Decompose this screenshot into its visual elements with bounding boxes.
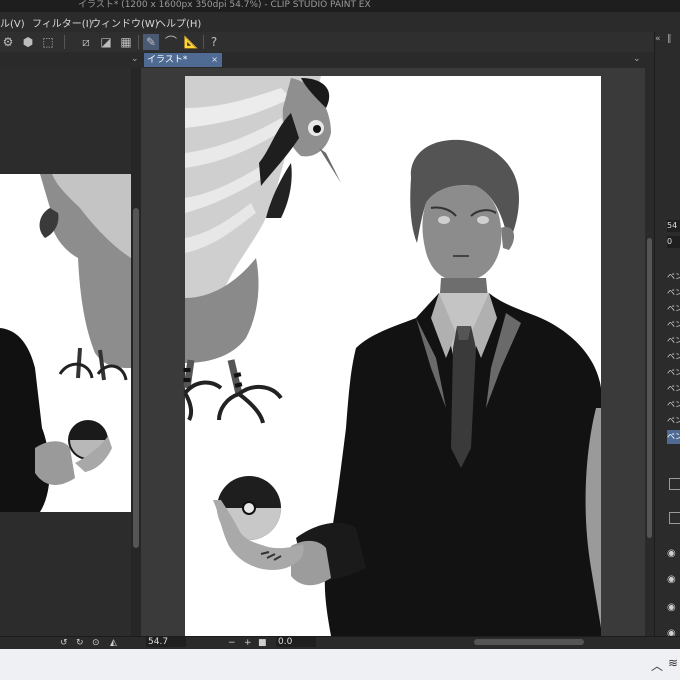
window-title: イラスト* (1200 x 1600px 350dpi 54.7%) - CLI… [78,0,371,10]
canvas-artwork[interactable] [141,68,654,636]
rotation-field[interactable]: 0.0 [276,637,316,647]
menu-filter[interactable]: フィルター(I) [32,15,93,30]
rotate-right-icon[interactable]: ↻ [76,637,84,649]
tab-label: イラスト* [147,55,188,65]
brush-size-field[interactable]: 54 [667,220,680,232]
chevron-down-icon[interactable]: ⌄ [633,54,641,64]
title-bar: イラスト* (1200 x 1600px 350dpi 54.7%) - CLI… [0,0,680,12]
brush-item[interactable]: ペン [667,302,680,316]
pen-pressure-icon[interactable]: ✎ [143,34,159,50]
brush-item[interactable]: ペン [667,414,680,428]
menu-bar: ル(V) フィルター(I) ウィンドウ(W) ヘルプ(H) [0,12,680,32]
zoom-out-icon[interactable]: − [228,637,236,649]
chevron-up-icon[interactable]: ︿ [651,657,663,674]
scrollbar-thumb[interactable] [133,208,139,548]
canvas-area[interactable] [141,68,654,636]
grid-icon[interactable]: ▦ [118,34,134,50]
lasso-icon[interactable]: ⚙ [0,34,16,50]
canvas-tab-bar: ⌄ ⌄ [0,52,680,68]
ruler-icon[interactable]: 📐 [183,34,199,50]
brush-item[interactable]: ペン [667,350,680,364]
rotate-left-icon[interactable]: ↺ [60,637,68,649]
command-bar: ⚙ ⬢ ⬚ ⧄ ◪ ▦ ✎ ⌒ 📐 ? [0,32,680,53]
close-icon[interactable]: × [211,53,218,67]
opacity-field[interactable]: 0 [667,236,680,248]
flip-icon[interactable]: ◭ [110,637,117,649]
collapse-icon[interactable]: « [655,34,661,44]
zoom-field[interactable]: 54.7 [146,637,186,647]
brush-item-selected[interactable]: ペン [667,430,680,444]
flip-v-icon[interactable]: ◪ [98,34,114,50]
tab-illustration[interactable]: イラスト* × [144,53,222,67]
right-panel: « ‖ 54 0 ペン ペン ペン ペン ペン ペン ペン ペン ペン ペン ペ… [654,32,680,639]
menu-view[interactable]: ル(V) [0,15,25,30]
transform-icon[interactable]: ⬚ [40,34,56,50]
help-icon[interactable]: ? [206,34,222,50]
brush-item[interactable]: ペン [667,286,680,300]
menu-help[interactable]: ヘルプ(H) [156,15,201,30]
scrollbar-thumb[interactable] [474,639,584,645]
scrollbar-thumb[interactable] [647,238,652,538]
navigator-scrollbar[interactable] [131,68,141,636]
eye-icon[interactable]: ◉ [667,548,680,560]
panel-menu-icon[interactable]: ‖ [667,34,672,44]
brush-item[interactable]: ペン [667,366,680,380]
brush-item[interactable]: ペン [667,270,680,284]
navigator-preview [0,174,131,512]
menu-window[interactable]: ウィンドウ(W) [91,15,159,30]
navigator-panel [0,68,131,636]
taskbar: ︿ ≋ [0,649,680,680]
layer-thumbnail-icon[interactable] [669,512,680,524]
flip-h-icon[interactable]: ⧄ [78,34,94,50]
brush-item[interactable]: ペン [667,398,680,412]
canvas-vertical-scrollbar[interactable] [645,68,654,636]
brush-item[interactable]: ペン [667,334,680,348]
eye-icon[interactable]: ◉ [667,574,680,586]
layer-thumbnail-icon[interactable] [669,478,680,490]
brush-item[interactable]: ペン [667,382,680,396]
brush-item[interactable]: ペン [667,318,680,332]
canvas-horizontal-scrollbar[interactable] [314,638,642,646]
curve-icon[interactable]: ⌒ [163,34,179,50]
fit-icon[interactable]: ■ [258,637,267,649]
zoom-in-icon[interactable]: + [244,637,252,649]
chevron-down-icon[interactable]: ⌄ [131,54,139,64]
eye-icon[interactable]: ◉ [667,602,680,614]
wifi-icon[interactable]: ≋ [668,656,678,670]
reset-icon[interactable]: ⊙ [92,637,100,649]
fill-icon[interactable]: ⬢ [20,34,36,50]
